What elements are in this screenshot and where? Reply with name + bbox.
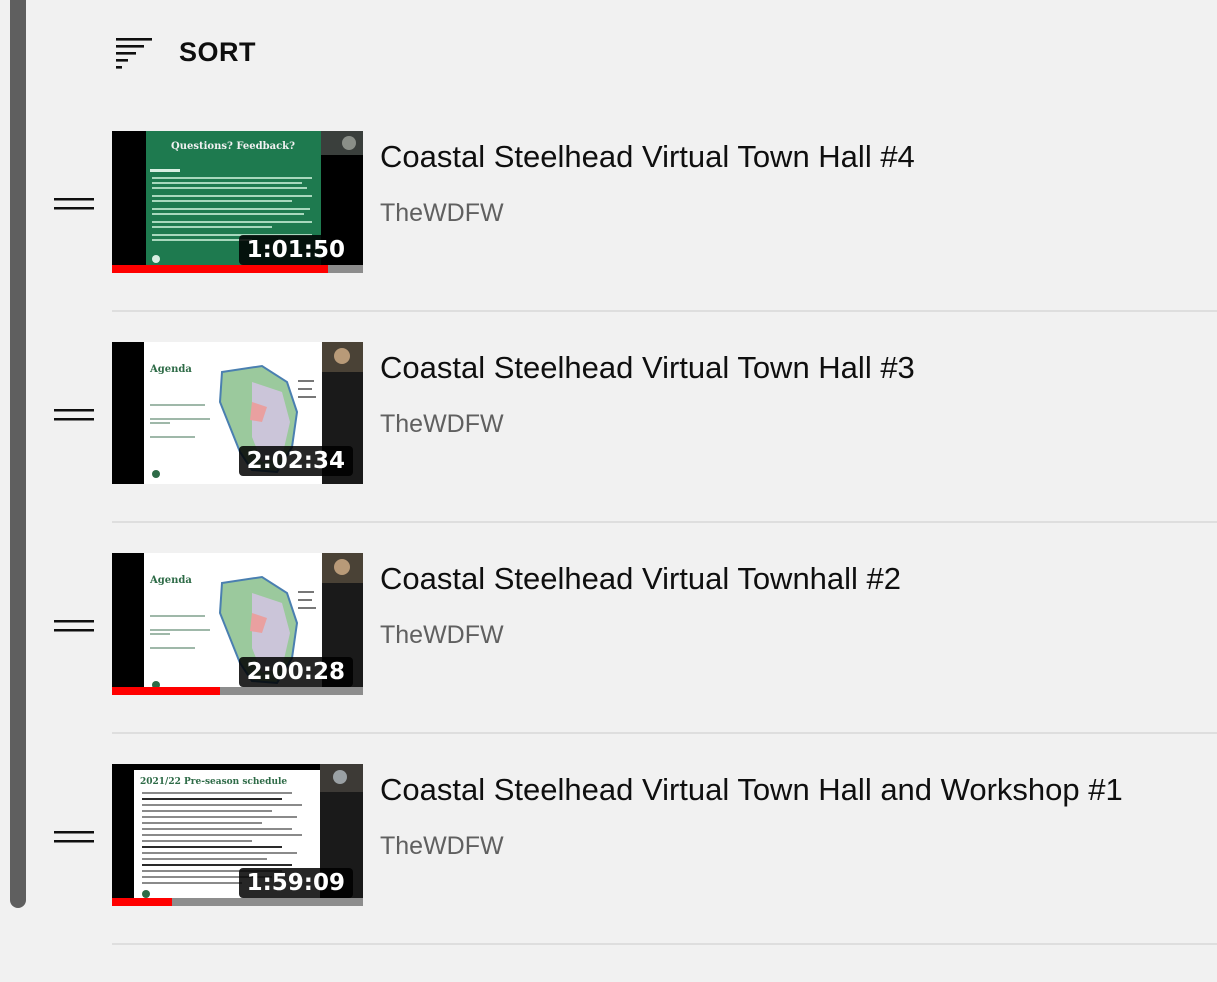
watch-progress-fill (112, 687, 220, 695)
watch-progress-fill (112, 265, 328, 273)
sort-icon (112, 34, 156, 70)
channel-name[interactable]: TheWDFW (380, 410, 504, 439)
video-title[interactable]: Coastal Steelhead Virtual Townhall #2 (380, 561, 901, 597)
video-duration: 1:01:50 (238, 235, 353, 265)
channel-name[interactable]: TheWDFW (380, 832, 504, 861)
thumbnail-heading: 2021/22 Pre-season schedule (140, 777, 287, 787)
watch-progress-bar (112, 265, 363, 273)
playlist-item[interactable]: Agenda 2:00:28 Coastal Steelhead Virtual… (0, 523, 1217, 734)
thumbnail-heading: Agenda (149, 364, 192, 375)
watch-progress-bar (112, 898, 363, 906)
video-title[interactable]: Coastal Steelhead Virtual Town Hall and … (380, 772, 1123, 808)
channel-name[interactable]: TheWDFW (380, 199, 504, 228)
playlist-item[interactable]: 2021/22 Pre-season schedule 1:59:09 Coas… (0, 734, 1217, 945)
video-duration: 2:02:34 (238, 446, 353, 476)
playlist-item[interactable]: Questions? Feedback? 1:01:50 Coastal Ste… (0, 101, 1217, 312)
video-thumbnail[interactable]: 2021/22 Pre-season schedule 1:59:09 (112, 764, 363, 906)
video-duration: 1:59:09 (238, 868, 353, 898)
sort-label: SORT (179, 36, 257, 67)
thumbnail-heading: Questions? Feedback? (171, 141, 295, 152)
channel-name[interactable]: TheWDFW (380, 621, 504, 650)
drag-handle-icon[interactable] (50, 611, 98, 641)
drag-handle-icon[interactable] (50, 189, 98, 219)
video-thumbnail[interactable]: Agenda 2:02:34 (112, 342, 363, 484)
video-duration: 2:00:28 (238, 657, 353, 687)
playlist-item[interactable]: Agenda 2:02:34 Coastal Steelhead Virtual… (0, 312, 1217, 523)
drag-handle-icon[interactable] (50, 400, 98, 430)
thumbnail-heading: Agenda (149, 575, 192, 586)
drag-handle-icon[interactable] (50, 822, 98, 852)
watch-progress-fill (112, 898, 173, 906)
video-thumbnail[interactable]: Agenda 2:00:28 (112, 553, 363, 695)
video-title[interactable]: Coastal Steelhead Virtual Town Hall #4 (380, 139, 915, 175)
divider (112, 943, 1217, 945)
playlist-items: Questions? Feedback? 1:01:50 Coastal Ste… (0, 101, 1217, 945)
video-thumbnail[interactable]: Questions? Feedback? 1:01:50 (112, 131, 363, 273)
video-title[interactable]: Coastal Steelhead Virtual Town Hall #3 (380, 350, 915, 386)
watch-progress-bar (112, 687, 363, 695)
sort-button[interactable]: SORT (112, 30, 256, 74)
